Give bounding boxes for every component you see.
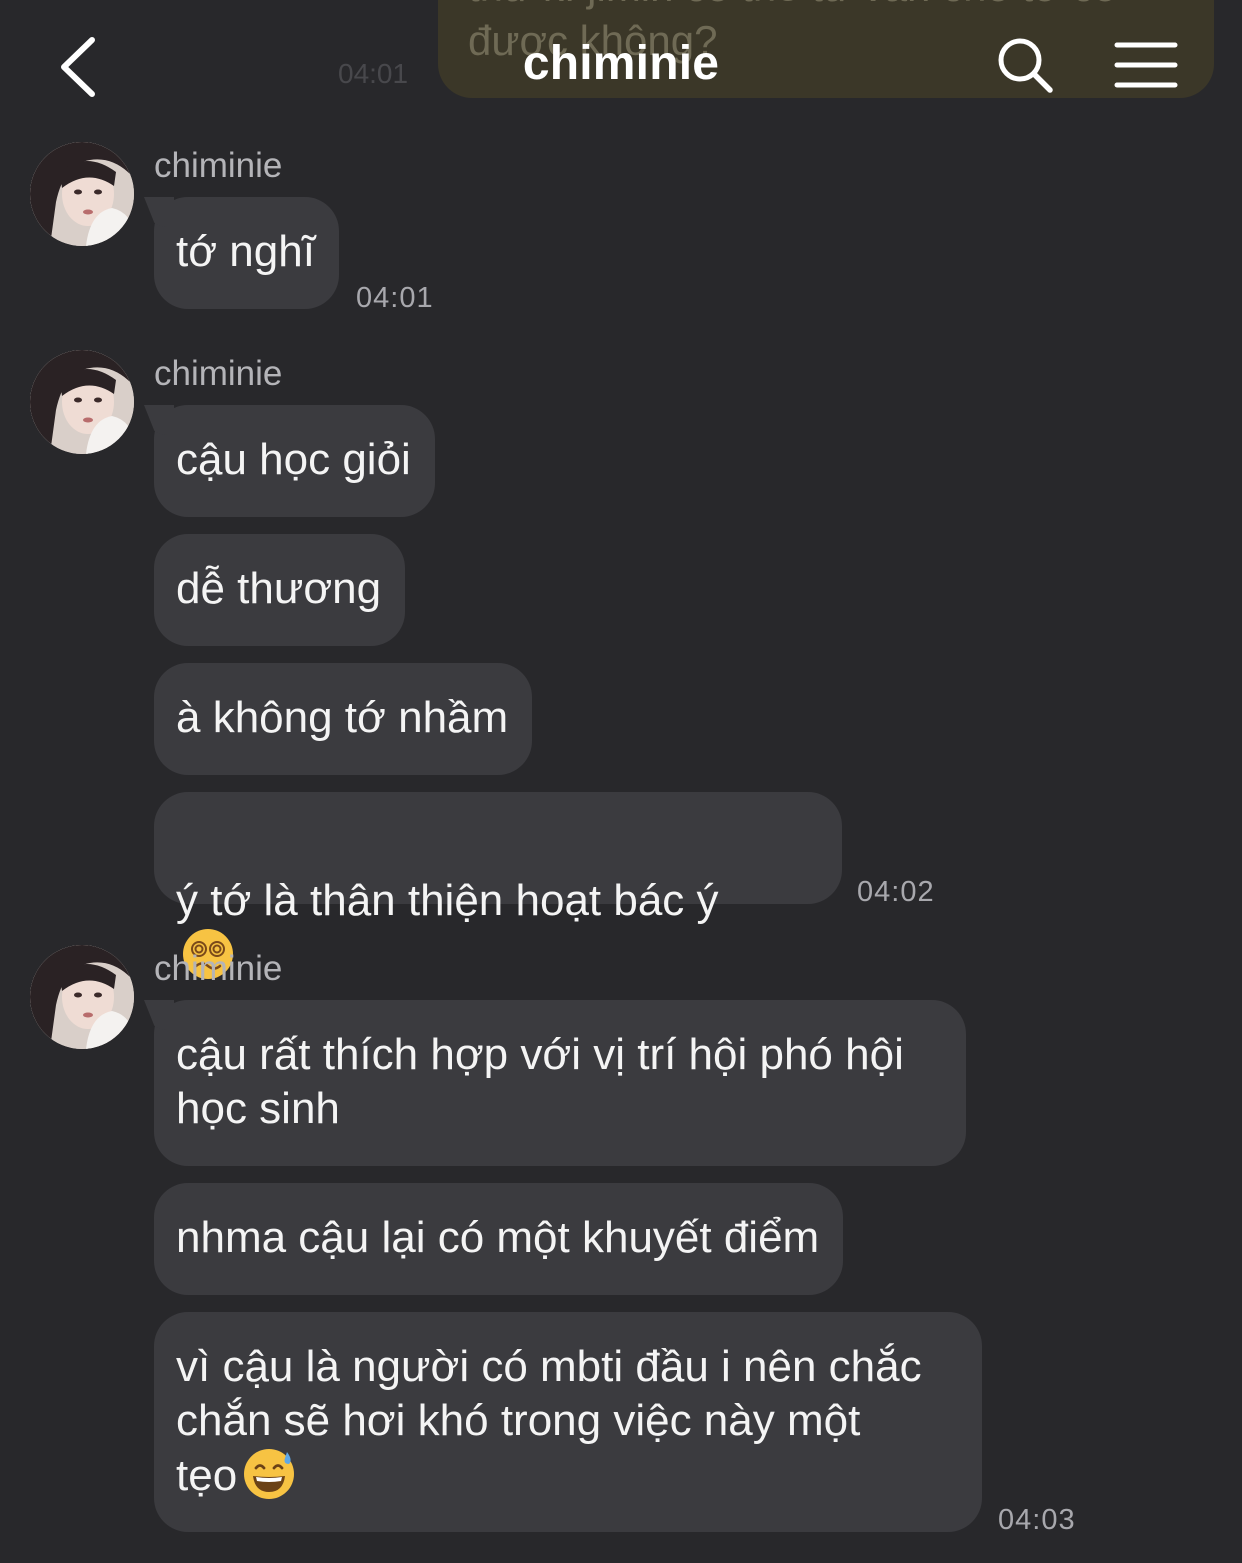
message-time: 04:03 [998,1504,1076,1536]
message-time: 04:01 [356,282,434,314]
chat-header: thứ kì jimin có thể tư vấn cho tớ có đượ… [0,0,1242,120]
message-bubble[interactable]: vì cậu là người có mbti đầu i nên chắc c… [154,1312,982,1532]
sender-name: chiminie [154,949,283,988]
chat-title: chiminie [522,37,720,90]
message-text: ý tớ là thân thiện hoạt bác ý [176,876,719,925]
message-bubble[interactable]: tớ nghĩ [154,197,339,309]
message-bubble[interactable]: cậu học giỏi [154,405,435,517]
grinning-sweat-emoji [244,1449,295,1499]
message-bubble[interactable]: dễ thương [154,534,406,646]
sender-name: chiminie [154,354,283,393]
avatar[interactable] [30,142,134,246]
avatar[interactable] [30,350,134,454]
avatar[interactable] [30,945,134,1049]
search-icon[interactable] [996,36,1054,94]
message-time: 04:02 [857,876,935,908]
message-bubble[interactable]: à không tớ nhầm [154,663,533,775]
sender-name: chiminie [154,146,283,185]
message-bubble[interactable]: ý tớ là thân thiện hoạt bác ý [154,792,842,979]
message-bubble[interactable]: nhma cậu lại có một khuyết điểm [154,1183,844,1295]
hamburger-menu-icon[interactable] [1114,40,1178,90]
message-bubble[interactable]: cậu rất thích hợp với vị trí hội phó hội… [154,1000,966,1166]
